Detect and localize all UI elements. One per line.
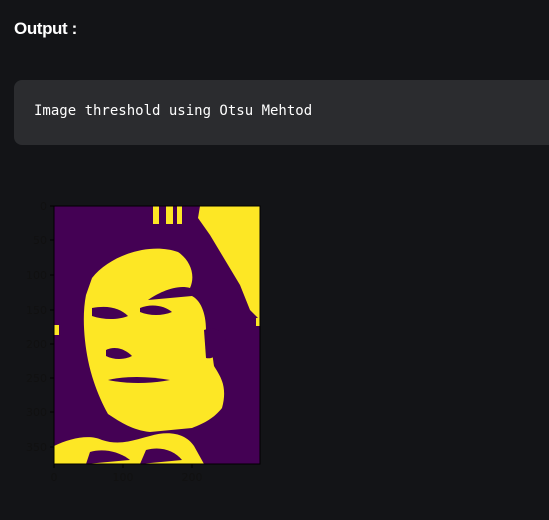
code-output-text: Image threshold using Otsu Mehtod	[34, 103, 313, 119]
x-tick-label: 0	[51, 471, 58, 484]
y-tick-label: 350	[26, 441, 47, 454]
y-tick-label: 200	[26, 338, 47, 351]
y-tick-label: 100	[26, 269, 47, 282]
y-tick-label: 0	[40, 200, 47, 213]
top-stripe-1	[153, 206, 159, 224]
thresholded-image	[54, 206, 260, 464]
x-tick-label: 200	[182, 471, 203, 484]
y-tick-label: 50	[33, 234, 47, 247]
x-axis: 0 100 200	[51, 464, 203, 484]
y-tick-label: 150	[26, 304, 47, 317]
code-output-block: Image threshold using Otsu Mehtod	[14, 80, 549, 145]
top-stripe-3	[177, 206, 182, 224]
y-tick-label: 300	[26, 406, 47, 419]
thresholded-image-figure: 0 50 100 150 200 250 300 350 0 100 200	[0, 190, 300, 495]
y-tick-label: 250	[26, 372, 47, 385]
page: Output : Image threshold using Otsu Meht…	[0, 0, 549, 520]
left-edge-region	[54, 325, 59, 335]
right-edge-region	[256, 318, 260, 326]
x-tick-label: 100	[113, 471, 134, 484]
top-stripe-2	[166, 206, 173, 224]
y-axis: 0 50 100 150 200 250 300 350	[26, 200, 54, 454]
output-heading: Output :	[14, 19, 77, 38]
image-plot: 0 50 100 150 200 250 300 350 0 100 200	[26, 200, 261, 484]
